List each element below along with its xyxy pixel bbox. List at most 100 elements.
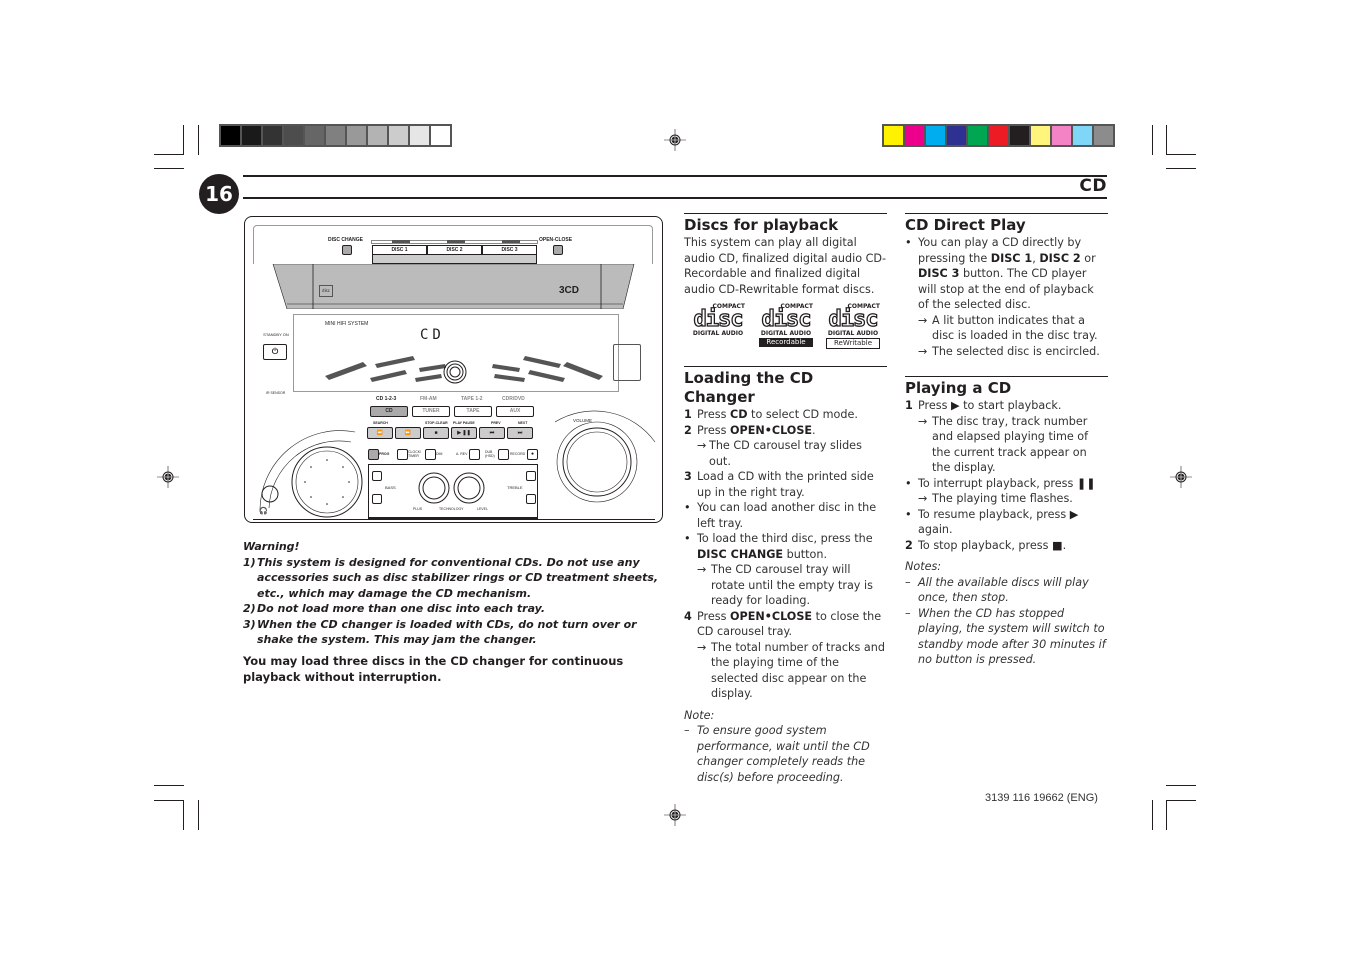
play-pause-button: ▶ ❚❚ bbox=[451, 427, 477, 439]
prev-button: ⏮ bbox=[479, 427, 505, 439]
text: The CD carousel tray will rotate until t… bbox=[711, 563, 873, 607]
color-swatch bbox=[1031, 126, 1050, 145]
section-rule bbox=[684, 366, 887, 367]
crop-mark bbox=[1152, 800, 1153, 830]
source-label-tape: TAPE 1-2 bbox=[461, 396, 483, 402]
cd-button: CD bbox=[370, 406, 408, 417]
play-icon: ▶ bbox=[951, 399, 960, 412]
stop-button: ■ bbox=[423, 427, 449, 439]
spectrum-bars bbox=[325, 356, 603, 384]
color-swatch bbox=[1052, 126, 1071, 145]
gray-swatch bbox=[431, 126, 450, 145]
color-swatch bbox=[1094, 126, 1113, 145]
cd-logo-digital-audio: COMPACT disc DIGITAL AUDIO bbox=[689, 303, 747, 347]
aux-button: AUX bbox=[496, 406, 534, 417]
arrow-icon: → bbox=[918, 414, 928, 428]
side-panel bbox=[613, 344, 641, 381]
disc-change-button bbox=[342, 245, 352, 255]
logo-sub-text: DIGITAL AUDIO bbox=[827, 330, 879, 337]
dim-button bbox=[425, 449, 436, 460]
cd-logo-small-icon: disc bbox=[319, 285, 333, 297]
text: button. bbox=[783, 547, 828, 561]
color-swatch bbox=[884, 126, 903, 145]
warning-block: Warning! 1) This system is designed for c… bbox=[243, 539, 673, 648]
section-rule bbox=[905, 213, 1108, 214]
registration-mark-icon bbox=[664, 804, 686, 826]
warning-title: Warning! bbox=[243, 540, 300, 553]
prog-label: PROG bbox=[379, 452, 390, 456]
gray-swatch bbox=[284, 126, 303, 145]
technology-label: TECHNOLOGY bbox=[439, 507, 464, 511]
mini-hifi-label: MINI HIFI SYSTEM bbox=[325, 321, 369, 327]
bullet-item: • To resume playback, press ▶ again. bbox=[905, 507, 1108, 538]
device-illustration: DISC CHANGE OPEN-CLOSE DISC 1 DISC 2 DIS… bbox=[244, 216, 663, 523]
crop-mark bbox=[198, 125, 199, 155]
warning-number: 3) bbox=[243, 617, 256, 631]
step-item: 1 Press ▶ to start playback. bbox=[905, 398, 1108, 414]
device-bottom-edge bbox=[253, 519, 655, 520]
section-heading: Playing a CD bbox=[905, 379, 1012, 397]
crop-mark bbox=[1166, 154, 1196, 155]
arrow-icon: → bbox=[918, 344, 928, 358]
color-swatch bbox=[1010, 126, 1029, 145]
text: To ensure good system performance, wait … bbox=[697, 724, 870, 784]
warning-item: 1) This system is designed for convention… bbox=[243, 555, 673, 602]
dub-button bbox=[498, 449, 509, 460]
step-item: 3 Load a CD with the printed side up in t… bbox=[684, 469, 887, 500]
text: Press bbox=[697, 408, 730, 421]
crop-mark bbox=[198, 800, 199, 830]
bullet-icon: • bbox=[905, 236, 912, 249]
note-item: – When the CD has stopped playing, the sy… bbox=[905, 606, 1108, 668]
dash-icon: – bbox=[905, 575, 911, 589]
bullet-item: • You can play a CD directly by pressing … bbox=[905, 235, 1108, 313]
logo-disc-word: disc bbox=[761, 307, 812, 332]
gray-swatch bbox=[326, 126, 345, 145]
warning-text: Do not load more than one disc into each… bbox=[257, 602, 545, 615]
clock-timer-button bbox=[397, 449, 408, 460]
cd-tray-band bbox=[272, 264, 635, 309]
registration-mark-icon bbox=[1170, 466, 1192, 488]
key-name: DISC 3 bbox=[918, 267, 960, 280]
registration-mark-icon bbox=[157, 466, 179, 488]
header-rule-top bbox=[243, 175, 1107, 177]
rewind-button: ⏪ bbox=[367, 427, 393, 439]
bullet-icon: • bbox=[684, 532, 691, 545]
crop-mark bbox=[1166, 800, 1167, 830]
text: Press bbox=[697, 609, 730, 623]
result-item: → The CD carousel tray slides out. bbox=[684, 438, 887, 469]
result-item: → The CD carousel tray will rotate until … bbox=[684, 562, 887, 609]
arrow-icon: → bbox=[697, 640, 707, 654]
step-number: 2 bbox=[905, 538, 913, 552]
color-swatch bbox=[926, 126, 945, 145]
left-dial bbox=[259, 430, 363, 518]
step-item: 4 Press OPEN•CLOSE to close the CD carous… bbox=[684, 609, 887, 640]
open-close-label: OPEN-CLOSE bbox=[539, 237, 573, 243]
tape-button: TAPE bbox=[454, 406, 492, 417]
source-label-cdr: CDR/DVD bbox=[502, 396, 525, 402]
text: You can load another disc in the left tr… bbox=[697, 501, 877, 530]
record-label: RECORD bbox=[510, 452, 526, 456]
volume-dial bbox=[554, 410, 656, 503]
next-button: ⏭ bbox=[507, 427, 533, 439]
search-label: SEARCH bbox=[373, 421, 388, 425]
crop-mark bbox=[154, 154, 184, 155]
gray-swatch bbox=[347, 126, 366, 145]
cd-logo-rewritable: COMPACT disc DIGITAL AUDIO ReWritable bbox=[824, 303, 882, 349]
clock-timer-label: CLOCK/ TIMER bbox=[408, 450, 422, 458]
step-number: 4 bbox=[684, 609, 692, 623]
gray-swatch bbox=[389, 126, 408, 145]
step-number: 1 bbox=[684, 408, 692, 421]
bullet-icon: • bbox=[905, 507, 912, 521]
warning-text: When the CD changer is loaded with CDs, … bbox=[257, 617, 637, 647]
text: The selected disc is encircled. bbox=[932, 344, 1100, 358]
level-label: LEVEL bbox=[477, 507, 488, 511]
gray-swatch bbox=[263, 126, 282, 145]
plus-label: PLUS bbox=[413, 507, 423, 511]
treble-label: TREBLE bbox=[507, 485, 523, 490]
arrow-icon: → bbox=[697, 439, 707, 452]
text: to select CD mode. bbox=[747, 408, 858, 421]
disc-indicator bbox=[447, 240, 465, 243]
crop-mark bbox=[154, 800, 184, 801]
key-name: DISC 1 bbox=[990, 251, 1033, 265]
crop-mark bbox=[1166, 168, 1196, 169]
